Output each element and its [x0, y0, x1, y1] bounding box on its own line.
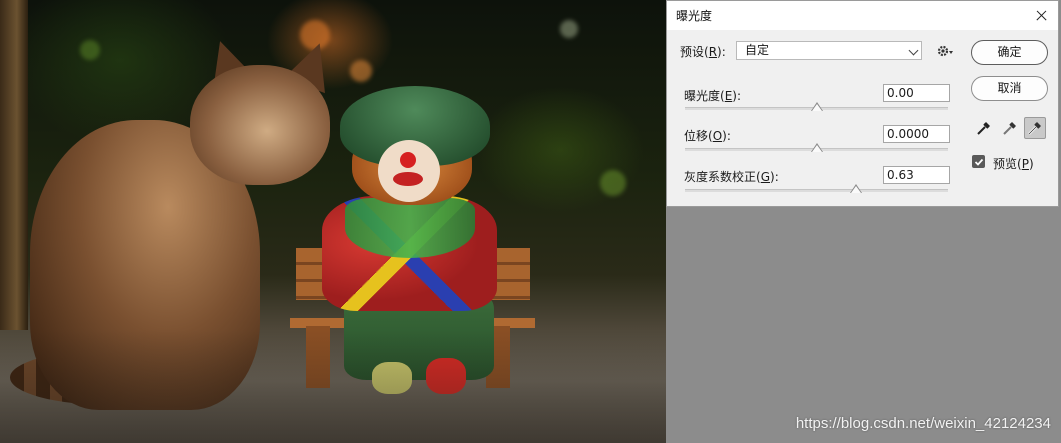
preview-checkbox[interactable] [972, 155, 985, 168]
bokeh-light [80, 40, 100, 60]
dialog-titlebar[interactable]: 曝光度 [667, 1, 1058, 30]
chevron-down-icon [908, 45, 919, 56]
eyedropper-gray-icon [1003, 122, 1016, 135]
exposure-dialog: 曝光度 预设(R): 自定 曝光度(E): 0.00 位移(O): 0.0000… [666, 0, 1059, 207]
bokeh-light [600, 170, 626, 196]
ground-shadow [0, 330, 666, 443]
tree-trunk [0, 0, 28, 330]
preset-value: 自定 [745, 43, 770, 57]
dialog-title: 曝光度 [676, 9, 713, 23]
exposure-slider-thumb[interactable] [810, 102, 823, 111]
cancel-button[interactable]: 取消 [971, 76, 1048, 101]
bokeh-light [560, 20, 578, 38]
doll-nose [400, 152, 416, 168]
gamma-label: 灰度系数校正(G): [684, 170, 779, 184]
gray-point-eyedropper[interactable] [999, 117, 1021, 139]
gamma-slider-thumb[interactable] [849, 184, 862, 193]
eyedropper-white-icon [1028, 122, 1041, 135]
black-point-eyedropper[interactable] [973, 117, 995, 139]
bokeh-light [350, 60, 372, 82]
watermark-text: https://blog.csdn.net/weixin_42124234 [795, 415, 1051, 432]
doll-collar [345, 198, 475, 258]
offset-input[interactable]: 0.0000 [883, 125, 950, 143]
offset-slider[interactable] [685, 143, 948, 152]
checkmark-icon [974, 158, 983, 166]
gamma-slider[interactable] [685, 184, 948, 193]
preview-label: 预览(P) [993, 157, 1034, 171]
gamma-input[interactable]: 0.63 [883, 166, 950, 184]
preset-label: 预设(R): [680, 45, 726, 59]
doll-mouth [393, 172, 423, 186]
gear-icon[interactable] [936, 43, 954, 59]
white-point-eyedropper[interactable] [1024, 117, 1046, 139]
offset-label: 位移(O): [684, 129, 731, 143]
doll-face [378, 140, 440, 202]
offset-slider-thumb[interactable] [810, 143, 823, 152]
cat-head [190, 65, 330, 185]
exposure-slider[interactable] [685, 102, 948, 111]
eyedropper-black-icon [977, 122, 990, 135]
document-canvas-photo[interactable] [0, 0, 666, 443]
exposure-input[interactable]: 0.00 [883, 84, 950, 102]
exposure-label: 曝光度(E): [684, 89, 742, 103]
ok-button[interactable]: 确定 [971, 40, 1048, 65]
preset-dropdown[interactable]: 自定 [736, 41, 922, 60]
close-button[interactable] [1024, 1, 1058, 30]
close-icon [1035, 9, 1048, 22]
